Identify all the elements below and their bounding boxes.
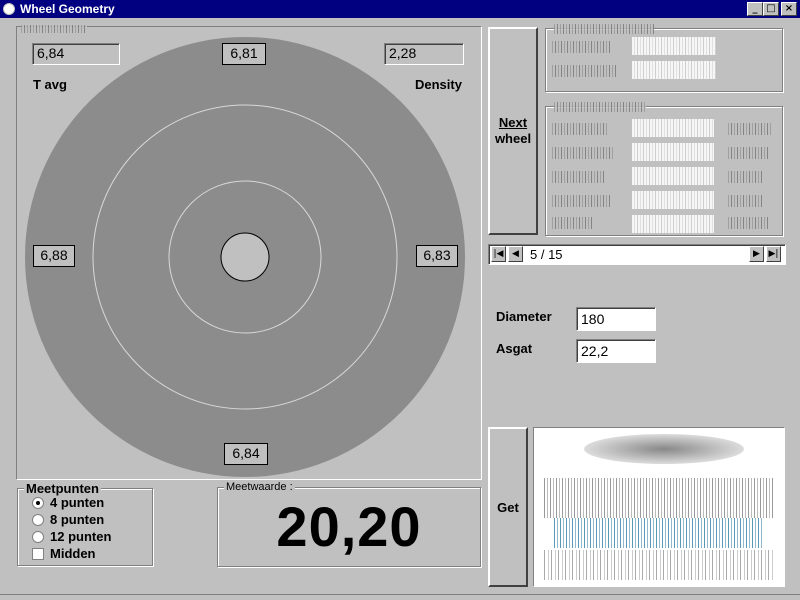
info-group-2 [545, 102, 783, 236]
radio-12-punten-dot[interactable] [32, 531, 44, 543]
info-row-7-unit [728, 217, 768, 229]
midden-label: Midden [50, 546, 96, 561]
wheel-panel: 6,84 T avg 2,28 Density 6,81 6,88 6,83 6… [16, 25, 482, 480]
density-field: 2,28 [384, 43, 464, 65]
meetwaarde-title: Meetwaarde : [224, 481, 295, 493]
density-label: Density [415, 77, 462, 92]
last-record-icon[interactable]: ▶| [766, 246, 781, 262]
info-row-2-value [632, 61, 716, 79]
radio-4-punten-dot[interactable] [32, 497, 44, 509]
info-row-5-label [552, 171, 606, 183]
next-wheel-label-2: wheel [494, 131, 532, 146]
top-measurement: 6,81 [222, 43, 266, 65]
next-record-icon[interactable]: ▶ [749, 246, 764, 262]
info-row-2-label [552, 65, 616, 77]
info-row-7-label [552, 217, 594, 229]
maximize-icon[interactable]: □ [763, 2, 779, 16]
info-row-7-value [632, 215, 714, 233]
info-row-4-unit [728, 147, 770, 159]
meetpunten-group: Meetpunten 4 punten 8 punten 12 punten M… [17, 481, 153, 566]
preview-blob-2 [544, 478, 774, 518]
t-avg-label: T avg [33, 77, 67, 92]
prev-record-icon[interactable]: ◀ [508, 246, 523, 262]
app-icon[interactable] [3, 3, 15, 15]
next-wheel-button[interactable]: Next wheel [488, 27, 538, 235]
diameter-label: Diameter [496, 309, 552, 324]
next-wheel-label-1: Next [498, 115, 528, 130]
radio-4-punten-label: 4 punten [50, 495, 105, 510]
radio-12-punten-label: 12 punten [50, 529, 112, 544]
radio-8-punten-label: 8 punten [50, 512, 105, 527]
meetwaarde-value: 20,20 [276, 495, 422, 558]
info-group-1 [545, 24, 783, 92]
info-row-4-label [552, 147, 614, 159]
info-row-5-unit [728, 171, 764, 183]
first-record-icon[interactable]: |◀ [491, 246, 506, 262]
title-bar[interactable]: Wheel Geometry _ □ × [0, 0, 800, 18]
close-icon[interactable]: × [781, 2, 797, 16]
info-row-3-label [552, 123, 608, 135]
bottom-measurement: 6,84 [224, 443, 268, 465]
preview-blob-4 [544, 550, 774, 580]
preview-image [533, 427, 785, 587]
wheel-hub [220, 232, 270, 282]
status-divider [0, 594, 800, 595]
right-measurement: 6,83 [416, 245, 458, 267]
radio-4-punten[interactable]: 4 punten [32, 495, 104, 511]
meetpunten-title: Meetpunten [24, 481, 101, 496]
midden-checkbox-box[interactable] [32, 548, 44, 560]
minimize-icon[interactable]: _ [747, 2, 763, 16]
info-row-3-value [632, 119, 714, 137]
info-row-5-value [632, 167, 714, 185]
info-row-6-label [552, 195, 612, 207]
preview-blob-1 [584, 434, 744, 464]
radio-12-punten[interactable]: 12 punten [32, 529, 111, 545]
info-row-3-unit [728, 123, 772, 135]
info-row-1-value [632, 37, 716, 55]
info-row-1-label [552, 41, 610, 53]
preview-blob-3 [554, 518, 764, 548]
info-group-2-title [554, 102, 646, 112]
radio-8-punten-dot[interactable] [32, 514, 44, 526]
t-avg-field: 6,84 [32, 43, 120, 65]
info-row-6-value [632, 191, 714, 209]
info-row-6-unit [728, 195, 764, 207]
window-title: Wheel Geometry [20, 2, 115, 16]
asgat-label: Asgat [496, 341, 533, 356]
info-group-1-title [554, 24, 654, 34]
meetwaarde-group: Meetwaarde : 20,20 [217, 481, 481, 567]
record-position: 5 / 15 [530, 247, 563, 262]
left-measurement: 6,88 [33, 245, 75, 267]
midden-checkbox[interactable]: Midden [32, 546, 96, 562]
wheel-diagram [25, 37, 465, 477]
diameter-input[interactable]: 180 [576, 307, 656, 331]
info-row-4-value [632, 143, 714, 161]
radio-8-punten[interactable]: 8 punten [32, 512, 104, 528]
get-button[interactable]: Get [488, 427, 528, 587]
asgat-input[interactable]: 22,2 [576, 339, 656, 363]
